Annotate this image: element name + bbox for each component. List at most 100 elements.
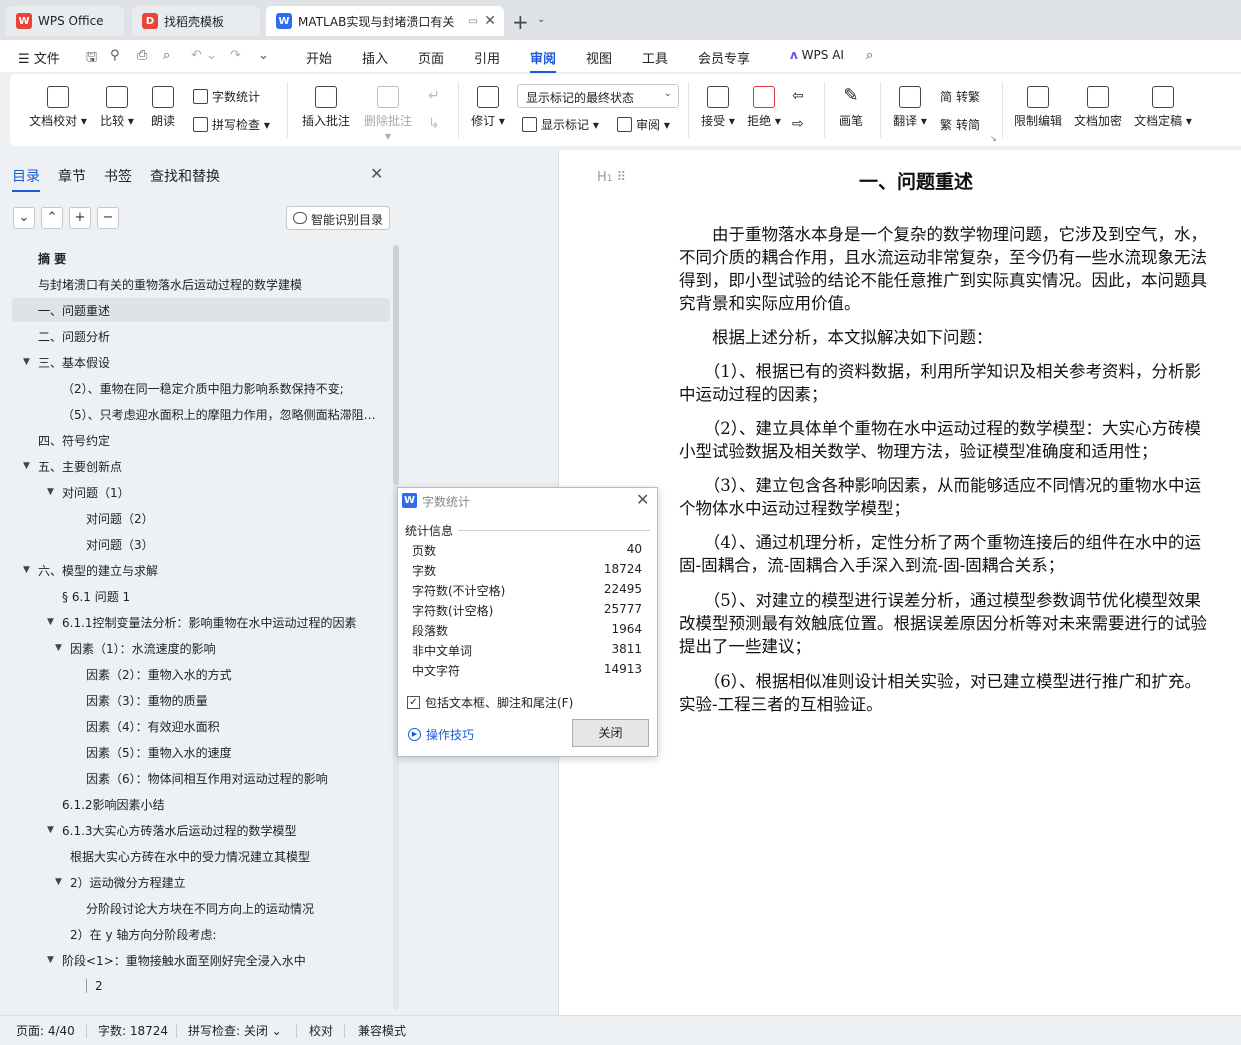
menu-references[interactable]: 引用	[474, 48, 500, 67]
wps-ai-button[interactable]: ʌ WPS AI	[790, 48, 844, 62]
chevron-down-icon[interactable]: ⌄	[537, 14, 545, 25]
print-icon[interactable]: ⎙	[137, 48, 147, 63]
toc-item[interactable]: ▼ 六、模型的建立与求解	[23, 558, 380, 582]
show-markup-button[interactable]: 显示标记 ▾	[522, 116, 599, 133]
expand-button[interactable]: ⌃	[41, 207, 63, 229]
heading-handle-icon[interactable]: H1 ⠿	[597, 170, 626, 185]
word-count-indicator[interactable]: 字数: 18724	[98, 1022, 168, 1039]
page-indicator[interactable]: 页面: 4/40	[16, 1022, 75, 1039]
reject-button[interactable]: 拒绝 ▾	[744, 86, 784, 129]
add-heading-button[interactable]: +	[69, 207, 91, 229]
compare-button[interactable]: 比较 ▾	[96, 86, 138, 129]
print-preview-icon[interactable]: ⌕	[163, 48, 170, 63]
toc-item[interactable]: ▼ 五、主要创新点	[23, 454, 380, 478]
toc-item[interactable]: 对问题（3）	[86, 532, 380, 556]
menu-tools[interactable]: 工具	[642, 48, 668, 67]
remove-heading-button[interactable]: −	[97, 207, 119, 229]
translate-button[interactable]: 翻译 ▾	[890, 86, 930, 129]
toc-item[interactable]: 二、问题分析	[38, 324, 380, 348]
toc-item[interactable]: 与封堵溃口有关的重物落水后运动过程的数学建模	[38, 272, 380, 296]
toc-item[interactable]: ▼ 对问题（1）	[47, 480, 380, 504]
file-menu[interactable]: ☰ 文件	[18, 48, 60, 67]
finalize-button[interactable]: 文档定稿 ▾	[1132, 86, 1194, 129]
next-comment-icon[interactable]: ↳	[428, 116, 440, 132]
to-simplified-button[interactable]: 繁转简	[940, 116, 980, 133]
toc-item[interactable]: 因素（2）：重物入水的方式	[86, 662, 380, 686]
accept-button[interactable]: 接受 ▾	[698, 86, 738, 129]
toc-item[interactable]: 一、问题重述	[12, 298, 390, 322]
close-button[interactable]: 关闭	[572, 719, 649, 747]
save-icon[interactable]: 🖫	[86, 48, 97, 70]
toc-item[interactable]: 6.1.2影响因素小结	[62, 792, 380, 816]
caret-down-icon[interactable]: ▼	[55, 877, 62, 887]
previous-comment-icon[interactable]: ↵	[428, 88, 440, 104]
include-textbox-checkbox[interactable]: ✓ 包括文本框、脚注和尾注(F)	[407, 694, 573, 711]
restrict-edit-button[interactable]: 限制编辑	[1012, 86, 1064, 129]
smart-toc-button[interactable]: 智能识别目录	[286, 206, 390, 230]
toc-item[interactable]: （2）、重物在同一稳定介质中阻力影响系数保持不变;	[62, 376, 380, 400]
toc-item[interactable]: 四、符号约定	[38, 428, 380, 452]
spell-check-button[interactable]: 拼写检查 ▾	[193, 116, 270, 133]
toc-item[interactable]: ▼ 阶段<1>：重物接触水面至刚好完全浸入水中	[47, 948, 380, 972]
track-changes-button[interactable]: 修订 ▾	[468, 86, 508, 129]
scrollbar-thumb[interactable]	[393, 245, 399, 485]
toc-item[interactable]: 分阶段讨论大方块在不同方向上的运动情况	[86, 896, 380, 920]
caret-down-icon[interactable]: ▼	[55, 643, 62, 653]
proof-indicator[interactable]: 校对	[309, 1022, 333, 1039]
new-tab-icon[interactable]: +	[512, 10, 529, 34]
toc-item[interactable]: 根据大实心方砖在水中的受力情况建立其模型	[70, 844, 380, 868]
share-icon[interactable]: ⚲	[110, 48, 120, 63]
tab-toc[interactable]: 目录	[12, 166, 40, 192]
toc-item[interactable]: ▼ 6.1.1控制变量法分析：影响重物在水中运动过程的因素	[47, 610, 380, 634]
encrypt-button[interactable]: 文档加密	[1072, 86, 1124, 129]
close-icon[interactable]: ✕	[636, 490, 649, 509]
tab-bookmarks[interactable]: 书签	[104, 166, 132, 186]
dialog-title-bar[interactable]: W 字数统计 ✕	[398, 488, 657, 514]
toc-item[interactable]: ▼ 2）运动微分方程建立	[55, 870, 380, 894]
tab-wps-office[interactable]: W WPS Office	[6, 6, 124, 36]
word-count-button[interactable]: 字数统计	[193, 88, 260, 105]
spell-check-indicator[interactable]: 拼写检查: 关闭 ⌄	[188, 1022, 282, 1039]
toc-item[interactable]: ▼ 三、基本假设	[23, 350, 380, 374]
doc-check-button[interactable]: 文档校对 ▾	[28, 86, 88, 129]
toc-item[interactable]: ▼ 6.1.3大实心方砖落水后运动过程的数学模型	[47, 818, 380, 842]
tab-sections[interactable]: 章节	[58, 166, 86, 186]
caret-down-icon[interactable]: ▼	[47, 825, 54, 835]
menu-view[interactable]: 视图	[586, 48, 612, 67]
close-tab-icon[interactable]: ✕	[484, 13, 496, 29]
redo-icon[interactable]: ↷	[230, 48, 241, 63]
undo-icon[interactable]: ↶ ⌄	[191, 48, 217, 63]
toc-item[interactable]: 2	[86, 974, 380, 998]
document-page[interactable]: H1 ⠿ 一、问题重述 由于重物落水本身是一个复杂的数学物理问题，它涉及到空气，…	[558, 150, 1241, 1015]
toc-item[interactable]: 因素（4）：有效迎水面积	[86, 714, 380, 738]
toc-item[interactable]: 2）在 y 轴方向分阶段考虑:	[70, 922, 380, 946]
caret-down-icon[interactable]: ▼	[23, 461, 30, 471]
menu-review[interactable]: 审阅	[530, 48, 557, 73]
menu-home[interactable]: 开始	[306, 48, 332, 67]
insert-comment-button[interactable]: 插入批注	[298, 86, 354, 129]
more-icon[interactable]: ⌄	[258, 48, 269, 63]
delete-comment-button[interactable]: 删除批注 ▾	[360, 86, 416, 143]
caret-down-icon[interactable]: ▼	[23, 357, 30, 367]
toc-item[interactable]: （5）、只考虑迎水面积上的摩阻力作用，忽略侧面粘滞阻力...	[62, 402, 380, 426]
menu-insert[interactable]: 插入	[362, 48, 388, 67]
toc-item[interactable]: 对问题（2）	[86, 506, 380, 530]
tab-document[interactable]: W MATLAB实现与封堵溃口有关 ▭ ✕	[266, 6, 504, 36]
caret-down-icon[interactable]: ▼	[23, 565, 30, 575]
review-pane-button[interactable]: 审阅 ▾	[617, 116, 670, 133]
search-icon[interactable]: ⌕	[866, 48, 873, 63]
caret-down-icon[interactable]: ▼	[47, 487, 54, 497]
toc-item[interactable]: 因素（3）：重物的质量	[86, 688, 380, 712]
to-traditional-button[interactable]: 简转繁	[940, 88, 980, 105]
collapse-button[interactable]: ⌄	[13, 207, 35, 229]
toc-item[interactable]: § 6.1 问题 1	[62, 584, 380, 608]
next-change-icon[interactable]: ⇨	[792, 116, 804, 132]
menu-page[interactable]: 页面	[418, 48, 444, 67]
menu-membership[interactable]: 会员专享	[698, 48, 750, 67]
close-icon[interactable]: ✕	[370, 164, 383, 183]
read-aloud-button[interactable]: 朗读	[146, 86, 180, 129]
toc-item[interactable]: 因素（5）：重物入水的速度	[86, 740, 380, 764]
tips-link[interactable]: ▶ 操作技巧	[408, 726, 474, 743]
dialog-launcher-icon[interactable]: ↘	[990, 134, 997, 143]
tab-find-replace[interactable]: 查找和替换	[150, 166, 220, 186]
